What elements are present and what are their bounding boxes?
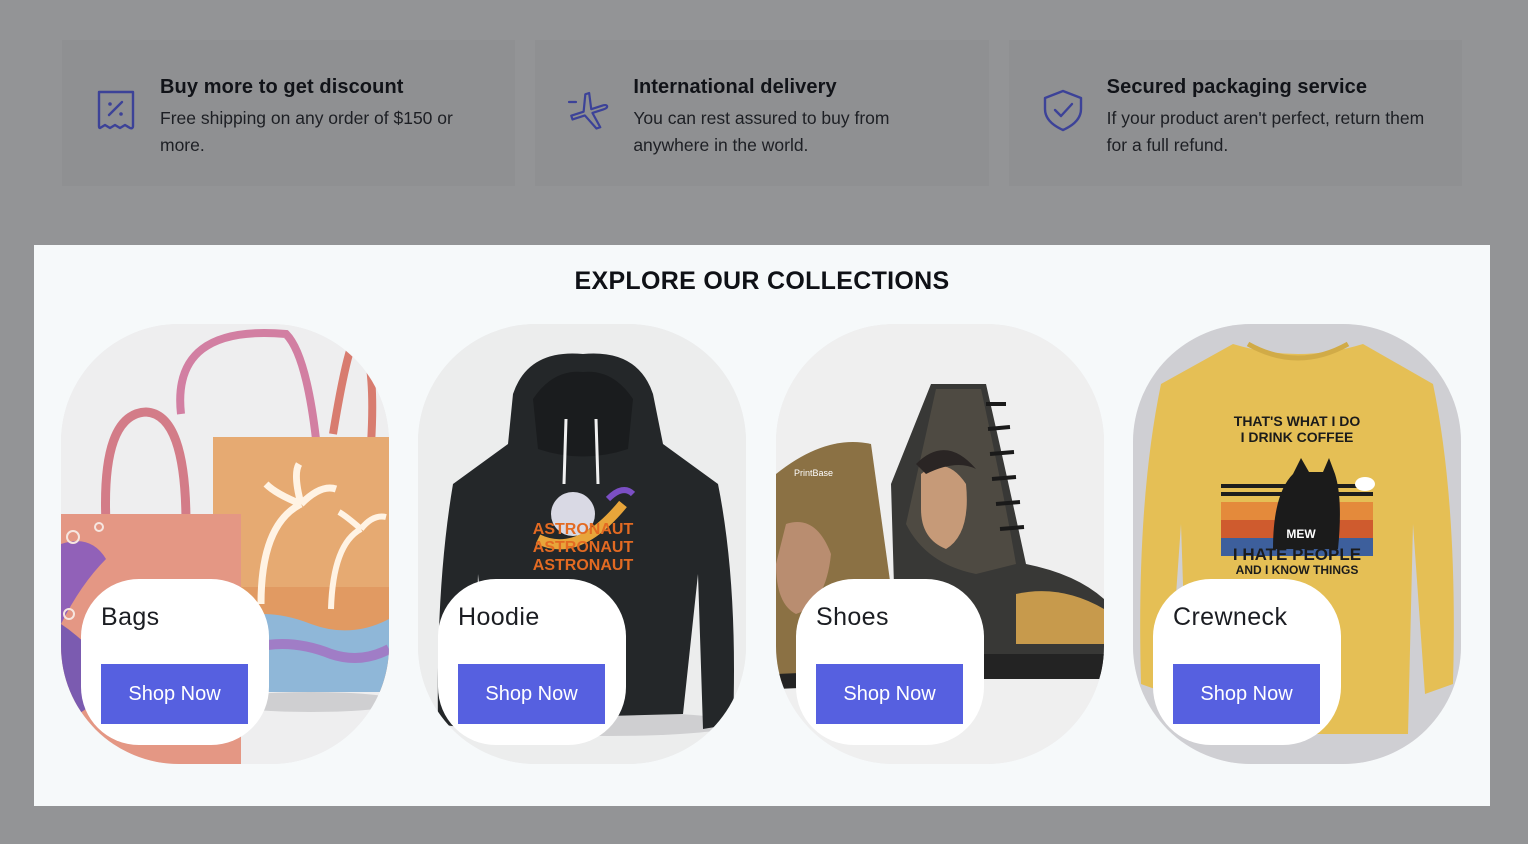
feature-description: You can rest assured to buy from anywher…	[633, 108, 890, 155]
svg-text:AND I KNOW THINGS: AND I KNOW THINGS	[1236, 563, 1359, 577]
shop-now-button-bags[interactable]: Shop Now	[101, 664, 248, 724]
svg-text:MEW: MEW	[1286, 527, 1316, 541]
airplane-icon	[568, 91, 609, 130]
svg-text:ASTRONAUT: ASTRONAUT	[533, 557, 634, 574]
feature-title: International delivery	[633, 76, 837, 98]
shop-now-button-crewneck[interactable]: Shop Now	[1173, 664, 1320, 724]
feature-delivery: International delivery You can rest assu…	[535, 40, 989, 186]
collection-card-bags[interactable]: Bags Shop Now	[61, 324, 389, 764]
shop-now-button-hoodie[interactable]: Shop Now	[458, 664, 605, 724]
section-title: EXPLORE OUR COLLECTIONS	[574, 267, 950, 295]
feature-discount: Buy more to get discount Free shipping o…	[62, 40, 516, 186]
collection-label-box: Hoodie Shop Now	[438, 579, 626, 745]
svg-text:ASTRONAUT: ASTRONAUT	[533, 521, 634, 538]
shield-check-icon	[1043, 89, 1082, 132]
shop-now-button-shoes[interactable]: Shop Now	[816, 664, 963, 724]
feature-packaging: Secured packaging service If your produc…	[1008, 40, 1462, 186]
collections-panel: EXPLORE OUR COLLECTIONS Bags Shop Now AS…	[34, 245, 1490, 806]
svg-text:I HATE PEOPLE: I HATE PEOPLE	[1233, 545, 1361, 564]
collection-card-hoodie[interactable]: ASTRONAUT ASTRONAUT ASTRONAUT Hoodie Sho…	[418, 324, 746, 764]
boots-brand-text: PrintBase	[794, 468, 833, 478]
collection-label-box: Bags Shop Now	[81, 579, 269, 745]
collection-name: Bags	[101, 603, 160, 631]
collection-label-box: Shoes Shop Now	[796, 579, 984, 745]
svg-text:I DRINK COFFEE: I DRINK COFFEE	[1241, 429, 1354, 445]
feature-title: Buy more to get discount	[160, 76, 404, 98]
svg-text:THAT'S WHAT I DO: THAT'S WHAT I DO	[1234, 413, 1361, 429]
collection-card-crewneck[interactable]: MEW THAT'S WHAT I DO I DRINK COFFEE I HA…	[1133, 324, 1461, 764]
features-strip: Buy more to get discount Free shipping o…	[62, 40, 1462, 186]
feature-description: If your product aren't perfect, return t…	[1106, 108, 1425, 155]
discount-receipt-icon	[97, 90, 135, 130]
feature-title: Secured packaging service	[1106, 76, 1368, 98]
collection-name: Crewneck	[1173, 603, 1288, 631]
collection-label-box: Crewneck Shop Now	[1153, 579, 1341, 745]
collection-name: Hoodie	[458, 603, 540, 631]
feature-description: Free shipping on any order of $150 or mo…	[160, 108, 453, 155]
collection-name: Shoes	[816, 603, 889, 631]
collection-card-shoes[interactable]: PrintBase Shoes Shop Now	[776, 324, 1104, 764]
svg-text:ASTRONAUT: ASTRONAUT	[533, 539, 634, 556]
